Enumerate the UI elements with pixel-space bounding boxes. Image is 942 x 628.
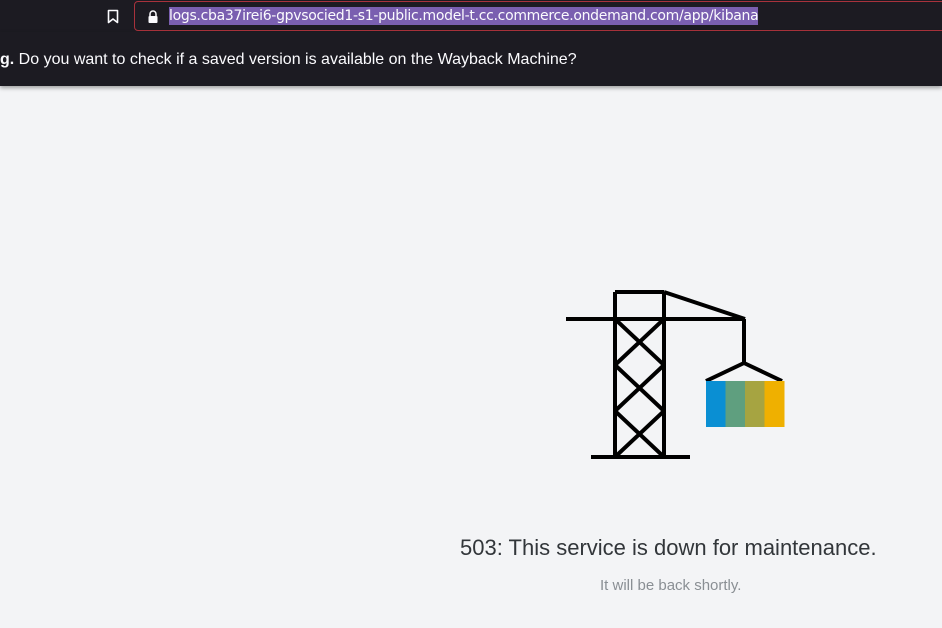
error-subtitle: It will be back shortly.: [600, 577, 742, 594]
container-stripe: [725, 381, 746, 427]
lock-icon[interactable]: [147, 9, 159, 23]
container-stripe: [706, 381, 726, 427]
notification-lead: g.: [0, 51, 15, 68]
container-stripe: [745, 381, 765, 427]
url-text[interactable]: logs.cba37irei6-gpvsocied1-s1-public.mod…: [169, 7, 759, 25]
crane-icon: [560, 285, 790, 465]
browser-toolbar: logs.cba37irei6-gpvsocied1-s1-public.mod…: [0, 0, 942, 32]
notification-text: Do you want to check if a saved version …: [18, 51, 577, 68]
error-title: 503: This service is down for maintenanc…: [460, 535, 877, 560]
bookmark-icon[interactable]: [104, 7, 122, 25]
notification-message: g. Do you want to check if a saved versi…: [0, 50, 577, 70]
wayback-notification-bar: g. Do you want to check if a saved versi…: [0, 32, 942, 86]
container-stripe: [764, 381, 785, 427]
url-bar[interactable]: logs.cba37irei6-gpvsocied1-s1-public.mod…: [134, 1, 942, 31]
